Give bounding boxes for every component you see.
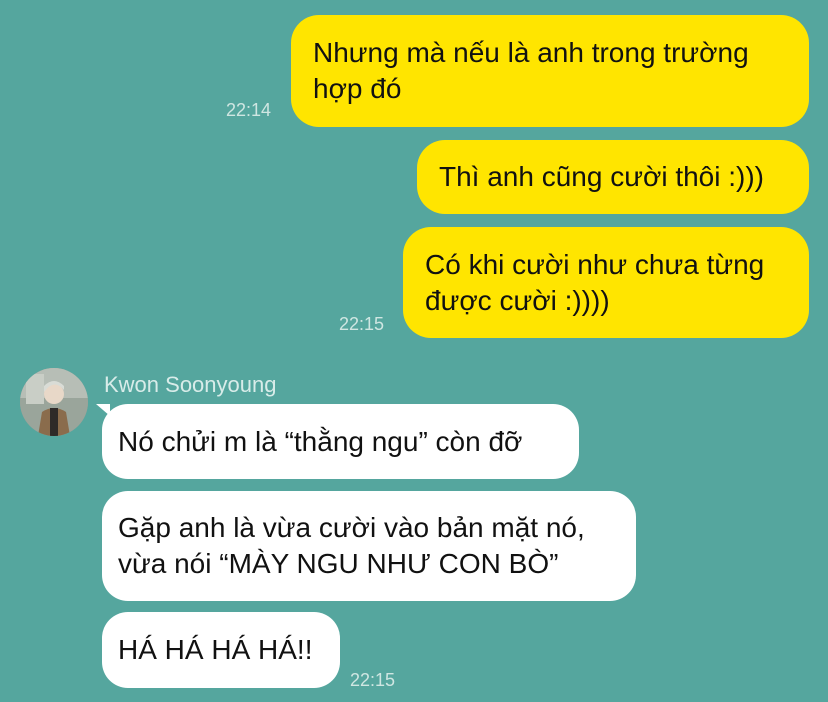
outgoing-message-bubble[interactable]: Nhưng mà nếu là anh trong trường hợp đó xyxy=(291,15,809,127)
message-timestamp: 22:15 xyxy=(339,314,385,334)
incoming-message-bubble[interactable]: Nó chửi m là “thằng ngu” còn đỡ xyxy=(102,404,579,479)
incoming-message-bubble[interactable]: HÁ HÁ HÁ HÁ!! xyxy=(102,612,340,688)
outgoing-message-bubble[interactable]: Thì anh cũng cười thôi :))) xyxy=(417,140,809,214)
message-text: Có khi cười như chưa từng được cười :)))… xyxy=(425,248,765,316)
message-text: HÁ HÁ HÁ HÁ!! xyxy=(118,634,313,665)
message-text: Gặp anh là vừa cười vào bản mặt nó, vừa … xyxy=(118,512,585,579)
message-timestamp: 22:14 xyxy=(226,100,272,120)
outgoing-message-bubble[interactable]: Có khi cười như chưa từng được cười :)))… xyxy=(403,227,809,338)
contact-avatar[interactable] xyxy=(20,368,88,436)
incoming-message-bubble[interactable]: Gặp anh là vừa cười vào bản mặt nó, vừa … xyxy=(102,491,636,601)
message-text: Nhưng mà nếu là anh trong trường hợp đó xyxy=(313,37,749,104)
profile-photo-icon xyxy=(20,368,88,436)
message-timestamp: 22:15 xyxy=(350,670,396,690)
message-text: Thì anh cũng cười thôi :))) xyxy=(439,161,765,192)
message-text: Nó chửi m là “thằng ngu” còn đỡ xyxy=(118,425,523,457)
contact-name: Kwon Soonyoung xyxy=(104,372,277,397)
